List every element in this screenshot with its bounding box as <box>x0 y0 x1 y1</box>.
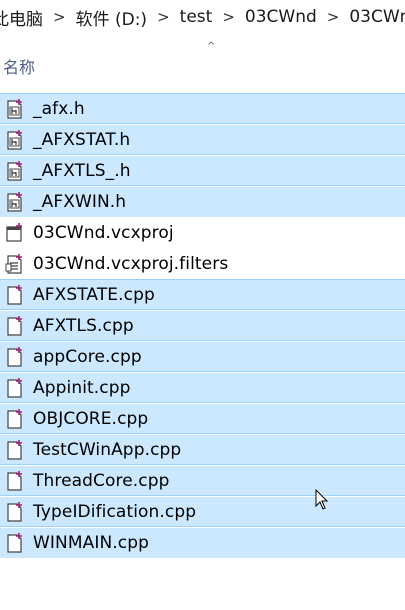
chevron-right-icon[interactable]: > <box>149 8 178 26</box>
file-name: TypeIDification.cpp <box>33 502 197 522</box>
column-header-name[interactable]: 名称 <box>3 54 35 78</box>
header-file-icon <box>4 191 26 213</box>
file-row[interactable]: appCore.cpp <box>0 340 405 372</box>
address-bar[interactable]: 此电脑 > 软件 (D:) > test > 03CWnd > 03CWnd <box>0 0 405 34</box>
file-name: ThreadCore.cpp <box>33 471 170 491</box>
filters-file-icon <box>4 253 26 275</box>
breadcrumb-drive-d[interactable]: 软件 (D:) <box>74 5 150 30</box>
file-list: _afx.h _AFXSTAT.h _AFXTLS_.h _AFXWIN.h 03CWn… <box>0 93 405 558</box>
file-name: Appinit.cpp <box>33 378 131 398</box>
file-name: 03CWnd.vcxproj <box>33 222 174 243</box>
file-name: appCore.cpp <box>33 347 142 367</box>
file-name: _AFXTLS_.h <box>33 161 131 181</box>
file-row[interactable]: TestCWinApp.cpp <box>0 433 405 465</box>
file-name: AFXSTATE.cpp <box>33 285 155 305</box>
cpp-file-icon <box>4 315 26 337</box>
chevron-right-icon[interactable]: > <box>45 8 74 26</box>
file-name: 03CWnd.vcxproj.filters <box>33 253 229 274</box>
cpp-file-icon <box>4 470 26 492</box>
file-row[interactable]: Appinit.cpp <box>0 371 405 403</box>
file-row[interactable]: OBJCORE.cpp <box>0 402 405 434</box>
file-row[interactable]: _AFXSTAT.h <box>0 123 405 155</box>
header-file-icon <box>4 98 26 120</box>
file-row[interactable]: 03CWnd.vcxproj.filters <box>0 248 405 279</box>
cpp-file-icon <box>4 532 26 554</box>
vcxproj-file-icon <box>4 222 26 244</box>
file-row[interactable]: WINMAIN.cpp <box>0 526 405 558</box>
cpp-file-icon <box>4 408 26 430</box>
file-row[interactable]: 03CWnd.vcxproj <box>0 217 405 248</box>
header-file-icon <box>4 160 26 182</box>
cpp-file-icon <box>4 346 26 368</box>
chevron-right-icon[interactable]: > <box>214 8 243 26</box>
file-name: _afx.h <box>33 99 85 119</box>
chevron-right-icon[interactable]: > <box>319 8 348 26</box>
cpp-file-icon <box>4 377 26 399</box>
sort-ascending-icon: ^ <box>207 41 216 52</box>
file-name: TestCWinApp.cpp <box>33 440 182 460</box>
breadcrumb-test[interactable]: test <box>178 7 215 27</box>
header-file-icon <box>4 129 26 151</box>
file-row[interactable]: AFXTLS.cpp <box>0 309 405 341</box>
breadcrumb-this-pc[interactable]: 此电脑 <box>0 5 45 30</box>
file-row[interactable]: TypeIDification.cpp <box>0 495 405 527</box>
cpp-file-icon <box>4 501 26 523</box>
file-name: WINMAIN.cpp <box>33 533 149 553</box>
file-name: OBJCORE.cpp <box>33 409 149 429</box>
file-name: _AFXWIN.h <box>33 192 127 212</box>
cpp-file-icon <box>4 284 26 306</box>
mouse-pointer-icon <box>315 489 329 510</box>
file-row[interactable]: ThreadCore.cpp <box>0 464 405 496</box>
file-row[interactable]: AFXSTATE.cpp <box>0 279 405 310</box>
file-row[interactable]: _afx.h <box>0 93 405 124</box>
breadcrumb-03cwnd[interactable]: 03CWnd <box>243 7 319 27</box>
breadcrumb-03cwnd-current[interactable]: 03CWnd <box>347 7 405 27</box>
cpp-file-icon <box>4 439 26 461</box>
file-row[interactable]: _AFXTLS_.h <box>0 154 405 186</box>
file-row[interactable]: _AFXWIN.h <box>0 185 405 217</box>
file-name: AFXTLS.cpp <box>33 316 134 336</box>
file-name: _AFXSTAT.h <box>33 130 131 150</box>
